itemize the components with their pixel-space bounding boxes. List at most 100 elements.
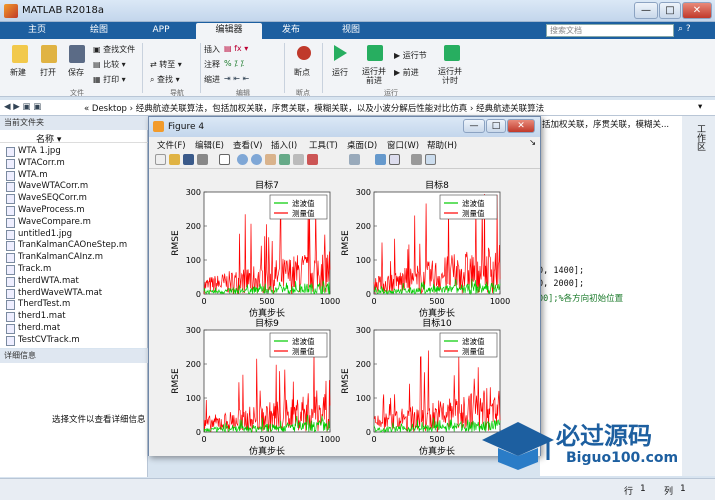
file-item[interactable]: therd.mat: [18, 323, 60, 333]
folder-path[interactable]: « Desktop › 经典航迹关联算法，包括加权关联，序贯关联，模糊关联，以及…: [84, 102, 544, 114]
file-item[interactable]: Track.m: [18, 264, 51, 274]
comment-button[interactable]: 注释: [204, 59, 220, 70]
pointer-icon[interactable]: [219, 154, 230, 165]
file-icon: [6, 288, 15, 299]
divider: [142, 43, 143, 93]
file-icon: [6, 182, 15, 193]
breakpoint-button[interactable]: 断点: [294, 67, 310, 78]
plot-tools-hide-icon[interactable]: [411, 154, 422, 165]
menu-tools[interactable]: 工具(T): [309, 139, 338, 151]
file-item[interactable]: WaveWTACorr.m: [18, 181, 88, 191]
find-button[interactable]: ⌕ 查找 ▾: [150, 74, 180, 85]
y-tick-label: 100: [186, 256, 201, 265]
maximize-button[interactable]: □: [659, 2, 681, 19]
save-figure-icon[interactable]: [183, 154, 194, 165]
address-bar: ◀ ▶ ▣ ▣ « Desktop › 经典航迹关联算法，包括加权关联，序贯关联…: [0, 100, 715, 116]
file-item[interactable]: TherdTest.m: [18, 299, 70, 309]
indent-button[interactable]: 缩进: [204, 74, 220, 85]
x-tick-label: 1000: [490, 297, 510, 306]
y-tick-label: 300: [186, 188, 201, 197]
file-item[interactable]: WaveProcess.m: [18, 205, 85, 215]
tab-apps[interactable]: APP: [132, 23, 190, 39]
close-button[interactable]: ✕: [682, 2, 712, 19]
figure-minimize-button[interactable]: —: [463, 119, 485, 133]
find-files-button[interactable]: ▣ 查找文件: [93, 44, 135, 55]
run-advance-button[interactable]: 运行并 前进: [362, 67, 386, 85]
menu-window[interactable]: 窗口(W): [387, 139, 419, 151]
tab-home[interactable]: 主页: [8, 23, 66, 39]
tab-plots[interactable]: 绘图: [70, 23, 128, 39]
column-header[interactable]: 名称 ▾: [0, 130, 148, 145]
menu-desktop[interactable]: 桌面(D): [347, 139, 377, 151]
x-tick-label: 1000: [320, 297, 340, 306]
run-icon: [334, 45, 347, 61]
search-icon[interactable]: ⌕ ?: [678, 24, 708, 36]
rotate-icon[interactable]: [279, 154, 290, 165]
y-tick-label: 100: [186, 394, 201, 403]
file-item[interactable]: WTA 1.jpg: [18, 146, 61, 156]
menu-insert[interactable]: 插入(I): [271, 139, 297, 151]
details-hint: 选择文件以查看详细信息: [52, 415, 146, 425]
file-item[interactable]: untitled1.jpg: [18, 229, 72, 239]
run-section-button[interactable]: ▶ 运行节: [394, 50, 427, 61]
run-and-time-button[interactable]: 运行并 计时: [438, 67, 462, 85]
legend-entry: 滤波值: [292, 336, 315, 346]
file-item[interactable]: WaveSEQCorr.m: [18, 193, 87, 203]
insert-button[interactable]: 插入: [204, 44, 220, 55]
run-button[interactable]: 运行: [332, 67, 348, 78]
menu-help[interactable]: 帮助(H): [427, 139, 457, 151]
file-item[interactable]: therdWTA.mat: [18, 276, 79, 286]
file-item[interactable]: therdWaveWTA.mat: [18, 288, 102, 298]
advance-button[interactable]: ▶ 前进: [394, 67, 419, 78]
figure-close-button[interactable]: ✕: [507, 119, 535, 133]
file-item[interactable]: TestCVTrack.m: [18, 335, 80, 345]
code-line[interactable]: 00];%各方向初始位置: [538, 292, 623, 304]
plot-tools-show-icon[interactable]: [425, 154, 436, 165]
menu-view[interactable]: 查看(V): [233, 139, 262, 151]
new-figure-icon[interactable]: [155, 154, 166, 165]
divider: [322, 43, 323, 93]
figure-maximize-button[interactable]: □: [486, 119, 506, 133]
chevron-down-icon[interactable]: ▾: [698, 102, 702, 112]
zoom-in-icon[interactable]: [237, 154, 248, 165]
link-icon[interactable]: [349, 154, 360, 165]
open-file-icon[interactable]: [169, 154, 180, 165]
minimize-button[interactable]: —: [634, 2, 658, 19]
back-forward-icons[interactable]: ◀ ▶ ▣ ▣: [4, 102, 41, 112]
print-button[interactable]: ▦ 打印 ▾: [93, 74, 126, 85]
tab-view[interactable]: 视图: [322, 23, 380, 39]
search-docs-input[interactable]: 搜索文档: [546, 24, 674, 37]
title-bar: MATLAB R2018a — □ ✕: [0, 0, 715, 22]
file-item[interactable]: WTACorr.m: [18, 158, 65, 168]
data-cursor-icon[interactable]: [293, 154, 304, 165]
group-bp-label: 断点: [296, 89, 310, 97]
brush-icon[interactable]: [307, 154, 318, 165]
file-item[interactable]: WaveCompare.m: [18, 217, 91, 227]
open-button[interactable]: 打开: [40, 67, 56, 78]
file-icon: [6, 335, 15, 346]
dock-arrow-icon[interactable]: ↘: [529, 138, 536, 148]
print-figure-icon[interactable]: [197, 154, 208, 165]
colorbar-icon[interactable]: [375, 154, 386, 165]
file-item[interactable]: TranKalmanCAInz.m: [18, 252, 103, 262]
legend-entry: 滤波值: [462, 336, 485, 346]
code-line[interactable]: 0, 1400];: [538, 266, 584, 276]
code-line[interactable]: 0, 2000];: [538, 279, 584, 289]
new-button[interactable]: 新建: [10, 67, 26, 78]
goto-button[interactable]: ⇄ 转至 ▾: [150, 59, 182, 70]
file-item[interactable]: WTA.m: [18, 170, 48, 180]
save-button[interactable]: 保存: [68, 67, 84, 78]
tab-publish[interactable]: 发布: [262, 23, 320, 39]
open-folder-icon: [41, 45, 57, 63]
menu-edit[interactable]: 编辑(E): [195, 139, 224, 151]
zoom-out-icon[interactable]: [251, 154, 262, 165]
tab-editor[interactable]: 编辑器: [196, 23, 262, 39]
file-item[interactable]: therd1.mat: [18, 311, 66, 321]
menu-file[interactable]: 文件(F): [157, 139, 186, 151]
y-tick-label: 100: [356, 256, 371, 265]
pan-icon[interactable]: [265, 154, 276, 165]
legend-icon[interactable]: [389, 154, 400, 165]
ribbon-tabs: 主页 绘图 APP 编辑器 发布 视图 搜索文档 ⌕ ?: [0, 22, 715, 39]
file-item[interactable]: TranKalmanCAOneStep.m: [18, 240, 127, 250]
compare-button[interactable]: ▤ 比较 ▾: [93, 59, 126, 70]
